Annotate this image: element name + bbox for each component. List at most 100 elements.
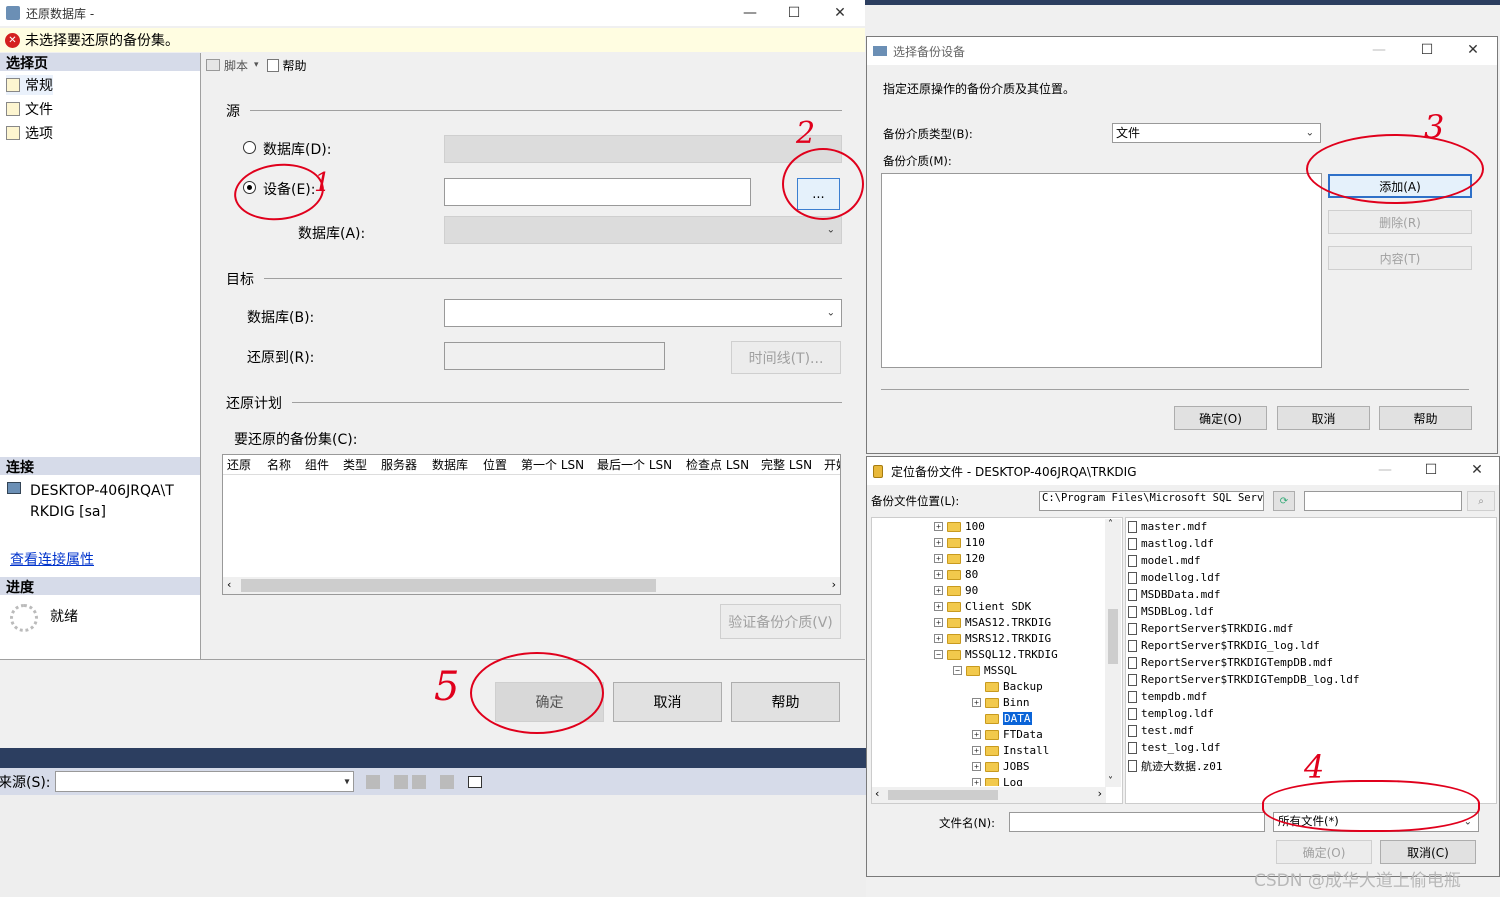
filename-input[interactable] (1009, 812, 1265, 832)
source-select[interactable]: ▾ (54, 771, 354, 792)
backup-sets-grid[interactable] (222, 454, 841, 595)
tree-node-selected[interactable]: DATA (985, 712, 1032, 725)
tree-node[interactable]: − MSSQL (953, 664, 1017, 677)
media-type-select[interactable]: 文件 ⌄ (1112, 123, 1321, 143)
minimize-icon[interactable]: — (728, 0, 772, 26)
close-icon[interactable]: ✕ (1455, 457, 1499, 483)
tree-hscrollbar[interactable]: ‹ › (872, 787, 1106, 803)
expand-icon[interactable]: + (934, 634, 943, 643)
toolbar-icon[interactable] (365, 774, 380, 789)
contents-button[interactable]: 内容(T) (1328, 246, 1472, 270)
file-item[interactable]: templog.ldf (1128, 707, 1214, 720)
expand-icon[interactable]: + (972, 746, 981, 755)
help-button[interactable]: 帮助 (1379, 406, 1472, 430)
column-header[interactable]: 位置 (483, 456, 507, 473)
expand-icon[interactable]: + (934, 522, 943, 531)
verify-media-button[interactable]: 验证备份介质(V) (720, 604, 841, 639)
close-icon[interactable]: ✕ (1451, 37, 1495, 63)
file-item[interactable]: MSDBLog.ldf (1128, 605, 1214, 618)
toolbar-icon[interactable] (411, 774, 426, 789)
column-header[interactable]: 类型 (343, 456, 367, 473)
cancel-button[interactable]: 取消 (1277, 406, 1370, 430)
expand-icon[interactable]: + (934, 554, 943, 563)
maximize-icon[interactable]: ☐ (772, 0, 816, 26)
tree-node[interactable]: Backup (985, 680, 1043, 693)
column-header[interactable]: 服务器 (381, 456, 417, 473)
refresh-button[interactable]: ⟳ (1273, 491, 1295, 511)
expand-icon[interactable]: + (934, 602, 943, 611)
toolbar-icon[interactable] (439, 774, 454, 789)
chevron-right-icon[interactable]: › (832, 578, 836, 591)
tree-node[interactable]: + Log (972, 776, 1023, 786)
tree-node[interactable]: + Install (972, 744, 1049, 757)
page-item-files[interactable]: 文件 (6, 99, 53, 119)
media-list[interactable] (881, 173, 1322, 368)
column-header[interactable]: 最后一个 LSN (597, 456, 672, 473)
scroll-thumb[interactable] (1108, 609, 1118, 664)
expand-icon[interactable]: + (972, 698, 981, 707)
remove-button[interactable]: 删除(R) (1328, 210, 1472, 234)
database-b-select[interactable]: ⌄ (444, 299, 842, 327)
file-item[interactable]: mastlog.ldf (1128, 537, 1214, 550)
help-button[interactable]: 帮助 (731, 682, 840, 722)
column-header[interactable]: 数据库 (432, 456, 468, 473)
file-item[interactable]: test_log.ldf (1128, 741, 1220, 754)
page-item-general[interactable]: 常规 (6, 75, 53, 95)
view-connection-link[interactable]: 查看连接属性 (10, 549, 94, 569)
chevron-left-icon[interactable]: ‹ (227, 578, 231, 591)
chevron-up-icon[interactable]: ˄ (1108, 519, 1113, 530)
ok-button[interactable]: 确定(O) (1174, 406, 1267, 430)
scroll-thumb[interactable] (241, 579, 656, 592)
device-field[interactable] (444, 178, 751, 206)
tree-node[interactable]: + MSAS12.TRKDIG (934, 616, 1051, 629)
file-item[interactable]: ReportServer$TRKDIGTempDB.mdf (1128, 656, 1333, 669)
expand-icon[interactable]: + (972, 730, 981, 739)
column-header[interactable]: 检查点 LSN (686, 456, 749, 473)
scroll-thumb[interactable] (888, 790, 998, 800)
tree-node[interactable]: +80 (934, 568, 978, 581)
search-input[interactable] (1304, 491, 1462, 511)
expand-icon[interactable]: + (934, 570, 943, 579)
file-item[interactable]: tempdb.mdf (1128, 690, 1207, 703)
toolbar-icon[interactable] (393, 774, 408, 789)
file-item[interactable]: 航迹大数据.z01 (1128, 758, 1223, 774)
radio-database[interactable] (243, 141, 256, 154)
grid-hscrollbar[interactable]: ‹ › (223, 577, 840, 594)
cancel-button[interactable]: 取消(C) (1380, 840, 1476, 864)
expand-icon[interactable]: + (934, 586, 943, 595)
tree-node[interactable]: + FTData (972, 728, 1043, 741)
help-button[interactable]: 帮助 (283, 57, 307, 74)
column-header[interactable]: 名称 (267, 456, 291, 473)
chevron-right-icon[interactable]: › (1098, 787, 1102, 800)
script-button[interactable]: 脚本 (224, 57, 248, 74)
tree-node[interactable]: +110 (934, 536, 985, 549)
column-header[interactable]: 第一个 LSN (521, 456, 584, 473)
cancel-button[interactable]: 取消 (613, 682, 722, 722)
file-item[interactable]: model.mdf (1128, 554, 1201, 567)
timeline-button[interactable]: 时间线(T)... (731, 341, 841, 374)
tree-node[interactable]: + Binn (972, 696, 1030, 709)
chevron-left-icon[interactable]: ‹ (875, 787, 879, 800)
file-item[interactable]: modellog.ldf (1128, 571, 1220, 584)
location-field[interactable]: C:\Program Files\Microsoft SQL Server (1039, 491, 1264, 511)
page-item-options[interactable]: 选项 (6, 123, 53, 143)
chevron-down-icon[interactable]: ▾ (254, 60, 259, 70)
toolbar-icon[interactable] (467, 775, 482, 788)
expand-icon[interactable]: + (972, 762, 981, 771)
column-header[interactable]: 完整 LSN (761, 456, 812, 473)
tree-vscrollbar[interactable]: ˄ ˅ (1105, 519, 1121, 787)
tree-node[interactable]: + Client SDK (934, 600, 1031, 613)
maximize-icon[interactable]: ☐ (1409, 457, 1453, 483)
column-header[interactable]: 组件 (305, 456, 329, 473)
expand-icon[interactable]: + (934, 538, 943, 547)
file-item[interactable]: ReportServer$TRKDIG.mdf (1128, 622, 1293, 635)
search-button[interactable]: ⌕ (1467, 491, 1495, 511)
minimize-icon[interactable]: — (1357, 37, 1401, 63)
file-item[interactable]: test.mdf (1128, 724, 1194, 737)
database-a-select[interactable]: ⌄ (444, 216, 842, 244)
file-item[interactable]: ReportServer$TRKDIG_log.ldf (1128, 639, 1320, 652)
ok-button[interactable]: 确定(O) (1276, 840, 1372, 864)
close-icon[interactable]: ✕ (818, 0, 862, 26)
column-header[interactable]: 开始 (824, 458, 840, 472)
tree-node[interactable]: +100 (934, 520, 985, 533)
